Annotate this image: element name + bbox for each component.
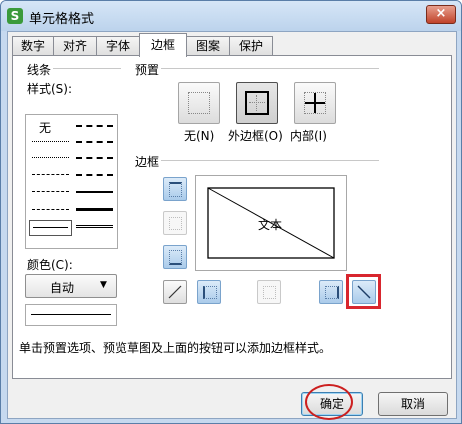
line-style-double[interactable]: [76, 225, 113, 228]
border-inside-horizontal-button[interactable]: [163, 211, 187, 235]
tab-alignment[interactable]: 对齐: [53, 36, 97, 56]
border-diagonal-up-button[interactable]: [163, 280, 187, 304]
preview-text: 文本: [258, 218, 283, 232]
border-inside-vertical-icon: [263, 286, 276, 299]
tab-protection[interactable]: 保护: [229, 36, 273, 56]
tab-number[interactable]: 数字: [12, 36, 54, 56]
close-button[interactable]: ×: [426, 5, 456, 24]
line-style-none[interactable]: 无: [39, 119, 51, 136]
border-top-button[interactable]: [163, 177, 187, 201]
line-style-dash-dot-dot-thin[interactable]: [32, 191, 69, 192]
preset-outline-icon: [245, 91, 269, 115]
border-right-button[interactable]: [319, 280, 343, 304]
tab-pattern[interactable]: 图案: [186, 36, 230, 56]
preset-outline-inner-h: [249, 102, 265, 103]
preset-outline-label: 外边框(O): [228, 129, 283, 143]
color-dropdown[interactable]: 自动 ▼: [25, 274, 117, 298]
border-inside-vertical-button[interactable]: [257, 280, 281, 304]
line-group-divider: [53, 68, 121, 69]
preset-inside-icon: [304, 92, 326, 114]
line-style-medium-dashed[interactable]: [76, 125, 113, 127]
line-style-dashed-thin[interactable]: [32, 209, 69, 210]
preset-group-label: 预置: [133, 61, 162, 78]
color-value: 自动: [50, 281, 75, 295]
line-style-thin-selected[interactable]: [29, 220, 72, 236]
highlight-box: [346, 274, 381, 309]
line-style-medium-dash-dot[interactable]: [76, 141, 113, 143]
border-tab-panel: 线条 样式(S): 无 颜色(C): 自动 ▼ 预置 无(N) 外边框(O) 内…: [12, 55, 452, 379]
border-left-icon: [203, 286, 217, 299]
border-top-icon: [169, 182, 182, 197]
title-bar: S 单元格格式 ×: [1, 1, 461, 31]
border-bottom-icon: [169, 250, 182, 265]
ok-highlight-ring: [305, 384, 353, 420]
line-preview: [25, 304, 117, 326]
line-style-list[interactable]: 无: [25, 114, 118, 249]
border-group-label: 边框: [133, 153, 162, 170]
border-group-divider: [161, 160, 379, 161]
cancel-button[interactable]: 取消: [378, 392, 448, 416]
preset-none-icon: [188, 92, 210, 114]
border-bottom-button[interactable]: [163, 245, 187, 269]
thin-line-sample: [33, 227, 68, 228]
color-label: 颜色(C):: [25, 256, 75, 273]
dialog-body: 数字 对齐 字体 边框 图案 保护 线条 样式(S): 无 颜色(C): 自动 …: [7, 31, 457, 420]
style-label: 样式(S):: [25, 80, 75, 97]
preset-outline-inner-v: [256, 95, 257, 111]
preset-none-button[interactable]: [178, 82, 220, 124]
line-group-label: 线条: [25, 61, 54, 78]
border-preview-area[interactable]: 文本: [195, 175, 347, 271]
border-right-icon: [325, 286, 339, 299]
line-style-hair-dotted[interactable]: [32, 141, 69, 142]
tab-border[interactable]: 边框: [139, 33, 187, 57]
preset-none-label: 无(N): [184, 129, 215, 143]
preset-inside-h: [305, 102, 325, 104]
preset-outline-button[interactable]: [236, 82, 278, 124]
line-preview-sample: [31, 314, 111, 315]
border-left-button[interactable]: [197, 280, 221, 304]
dialog-window: S 单元格格式 × 数字 对齐 字体 边框 图案 保护 线条 样式(S): 无: [0, 0, 462, 424]
line-style-medium[interactable]: [76, 191, 113, 193]
hint-text: 单击预置选项、预览草图及上面的按钮可以添加边框样式。: [19, 341, 332, 355]
line-style-dash-dot-thin[interactable]: [32, 174, 69, 175]
window-title: 单元格格式: [29, 12, 95, 27]
preset-inside-label: 内部(I): [290, 129, 327, 143]
preset-group-divider: [161, 68, 379, 69]
diagonal-up-icon: [168, 285, 182, 299]
app-icon: S: [7, 8, 23, 24]
line-style-thick[interactable]: [76, 208, 113, 211]
line-style-dash-dot-dot[interactable]: [76, 157, 113, 159]
border-inside-horizontal-icon: [169, 217, 182, 230]
chevron-down-icon: ▼: [100, 280, 107, 290]
preset-inside-button[interactable]: [294, 82, 336, 124]
tab-font[interactable]: 字体: [96, 36, 140, 56]
line-style-medium-dashed-2[interactable]: [76, 174, 113, 176]
line-style-dotted[interactable]: [32, 157, 69, 158]
